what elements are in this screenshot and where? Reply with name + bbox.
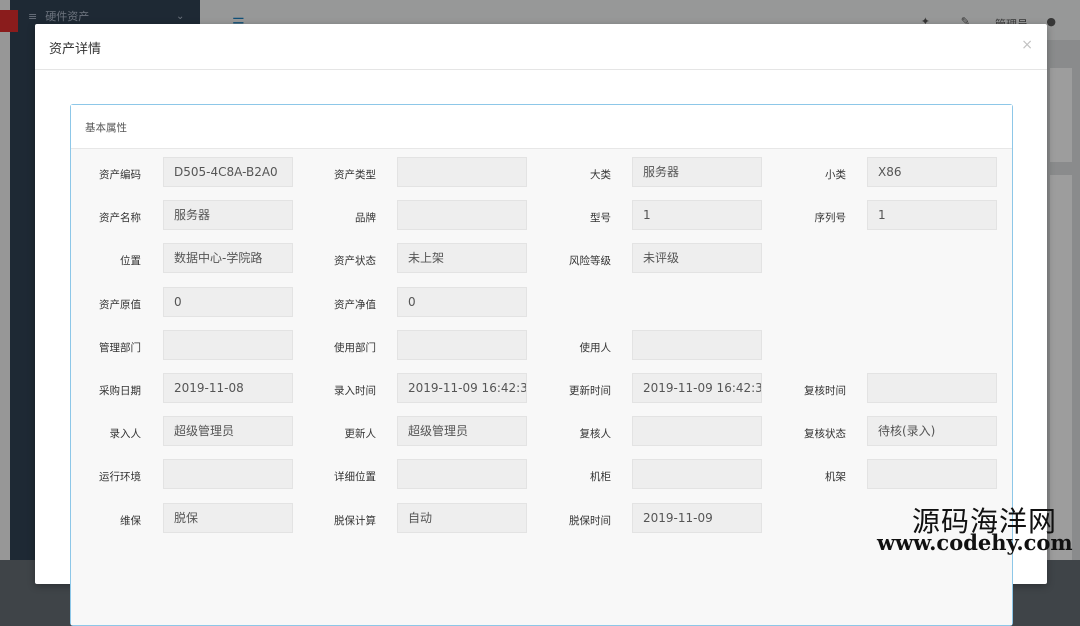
form-row: 资产原值 0 资产净值 0 [71, 283, 1012, 326]
field-label: 录入时间 [334, 385, 376, 397]
field-label: 运行环境 [99, 471, 141, 484]
field-value[interactable]: D505-4C8A-B2A0 [163, 157, 293, 187]
field-label: 复核状态 [804, 428, 846, 441]
field-value[interactable]: 2019-11-09 [632, 502, 762, 533]
panel-title: 基本属性 [85, 122, 127, 134]
field-value[interactable] [163, 329, 293, 360]
field-label: 位置 [120, 255, 141, 268]
field-value[interactable] [163, 459, 293, 490]
field-label: 资产类型 [334, 169, 376, 181]
field-label: 资产原值 [99, 298, 141, 311]
field-value[interactable]: 未上架 [397, 243, 527, 274]
field-value[interactable]: 服务器 [163, 200, 293, 231]
field-value[interactable] [397, 329, 527, 360]
field-label: 录入人 [109, 428, 142, 441]
field-label: 品牌 [355, 212, 376, 225]
form-row: 采购日期 2019-11-08 录入时间 2019-11-09 16:42:3 更新时间… [71, 369, 1012, 412]
field-label: 复核人 [579, 428, 612, 441]
field-value[interactable]: 待核(录入) [867, 416, 997, 447]
field-value[interactable] [867, 373, 997, 403]
field-label: 管理部门 [99, 341, 141, 354]
field-label: 资产名称 [99, 212, 141, 225]
field-value[interactable] [867, 459, 997, 490]
panel-header: 基本属性 [71, 105, 1012, 149]
field-value[interactable]: 服务器 [632, 157, 762, 187]
field-value[interactable]: 0 [397, 286, 527, 317]
field-label: 使用部门 [334, 341, 376, 354]
field-value[interactable]: 数据中心-学院路 [163, 243, 293, 274]
modal-title: 资产详情 [49, 42, 102, 57]
field-label: 更新时间 [569, 385, 611, 397]
field-value[interactable]: 2019-11-09 16:42:3 [397, 373, 527, 403]
asset-detail-modal: 资产详情 × 基本属性 资产编码 D505-4C8A-B2A0 资产类型 大类 服务器小… [35, 24, 1047, 626]
field-label: 资产编码 [99, 169, 141, 181]
field-label: 维保 [120, 514, 141, 527]
field-value[interactable] [397, 200, 527, 231]
field-label: 型号 [590, 212, 611, 225]
close-icon[interactable]: × [1021, 37, 1033, 53]
form-row: 位置 数据中心-学院路 资产状态 未上架 风险等级 未评级 [71, 239, 1012, 282]
field-label: 风险等级 [569, 255, 611, 268]
field-value[interactable] [397, 459, 527, 490]
field-label: 详细位置 [334, 471, 376, 484]
field-label: 资产净值 [334, 298, 376, 311]
field-value[interactable]: 1 [867, 200, 997, 231]
field-value[interactable]: 2019-11-08 [163, 373, 293, 403]
field-label: 机架 [825, 471, 846, 484]
form-row: 维保 脱保 脱保计算 自动 脱保时间 2019-11-09 [71, 499, 1012, 542]
watermark-en: www.codehy.com [877, 530, 1073, 555]
panel-body: 资产编码 D505-4C8A-B2A0 资产类型 大类 服务器 小类 X86 资产名称 服务器品… [71, 149, 1012, 625]
field-label: 使用人 [579, 341, 612, 354]
form-row: 资产名称 服务器 品牌 型号 1 序列号 1 [71, 196, 1012, 239]
field-value[interactable]: 1 [632, 200, 762, 231]
field-value[interactable]: 0 [163, 286, 293, 317]
field-label: 序列号 [814, 212, 847, 225]
field-value[interactable]: 2019-11-09 16:42:3 [632, 373, 762, 403]
field-value[interactable]: X86 [867, 157, 997, 187]
field-label: 小类 [825, 169, 846, 181]
field-label: 采购日期 [99, 385, 141, 397]
field-value[interactable] [632, 416, 762, 447]
field-label: 更新人 [344, 428, 377, 441]
form-row: 运行环境 详细位置 机柜 机架 [71, 455, 1012, 498]
form-row: 录入人 超级管理员 更新人 超级管理员 复核人 复核状态 待核(录入) [71, 412, 1012, 455]
form-row: 管理部门 使用部门 使用人 [71, 326, 1012, 369]
field-value[interactable] [632, 329, 762, 360]
field-label: 脱保计算 [334, 514, 376, 527]
modal-header: 资产详情 × [35, 24, 1047, 70]
form-row: 资产编码 D505-4C8A-B2A0 资产类型 大类 服务器 小类 X86 [71, 153, 1012, 196]
basic-attributes-panel: 基本属性 资产编码 D505-4C8A-B2A0 资产类型 大类 服务器 小类 X86 资产名… [70, 104, 1013, 626]
field-label: 资产状态 [334, 255, 376, 268]
field-value[interactable] [632, 459, 762, 490]
field-value[interactable]: 脱保 [163, 502, 293, 533]
field-value[interactable] [397, 157, 527, 187]
field-value[interactable]: 超级管理员 [163, 416, 293, 447]
field-label: 脱保时间 [569, 514, 611, 527]
field-label: 机柜 [590, 471, 611, 484]
field-value[interactable]: 未评级 [632, 243, 762, 274]
field-value[interactable]: 超级管理员 [397, 416, 527, 447]
field-value[interactable]: 自动 [397, 502, 527, 533]
field-label: 大类 [590, 169, 611, 181]
field-label: 复核时间 [804, 385, 846, 397]
